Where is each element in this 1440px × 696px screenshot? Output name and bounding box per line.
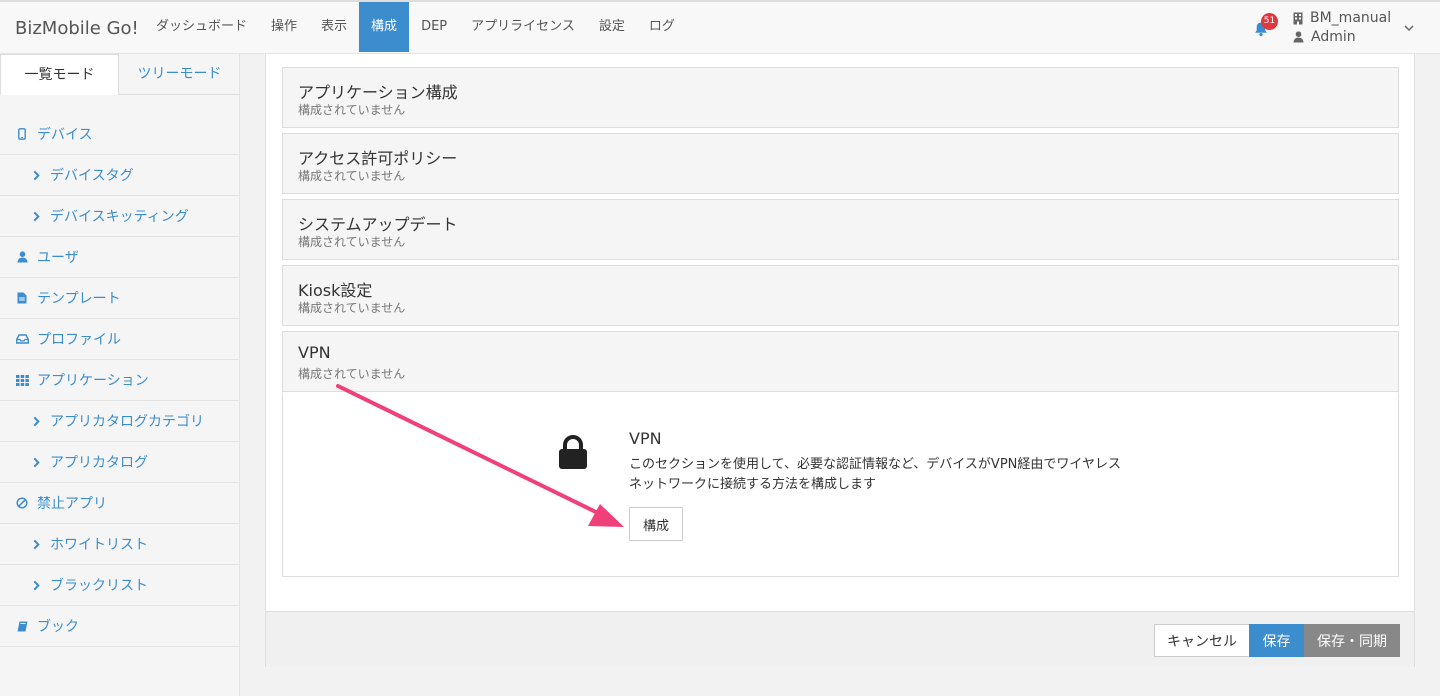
tab-tree-mode[interactable]: ツリーモード xyxy=(119,54,240,95)
sidebar-item-device-tags[interactable]: デバイスタグ xyxy=(0,155,240,196)
sidebar-item-templates[interactable]: テンプレート xyxy=(0,278,240,319)
section-title: Kiosk設定 xyxy=(298,281,373,300)
section-status: 構成されていません xyxy=(298,301,406,315)
org-name: BM_manual xyxy=(1310,10,1392,26)
chevron-down-icon[interactable] xyxy=(1404,25,1414,32)
user-account[interactable]: Admin xyxy=(1293,29,1356,45)
mode-tabs: 一覧モード ツリーモード xyxy=(0,54,240,95)
user-org[interactable]: BM_manual xyxy=(1293,10,1391,26)
sidebar-item-label: アプリケーション xyxy=(37,373,149,389)
sidebar-item-label: プロファイル xyxy=(37,332,121,348)
sidebar-item-label: テンプレート xyxy=(37,291,121,307)
chevron-right-icon xyxy=(33,416,40,426)
section-status: 構成されていません xyxy=(298,103,406,117)
section-status: 構成されていません xyxy=(298,235,406,249)
nav-configuration[interactable]: 構成 xyxy=(359,2,410,52)
sidebar-item-label: ユーザ xyxy=(37,250,79,266)
chevron-right-icon xyxy=(33,580,40,590)
sidebar-item-profiles[interactable]: プロファイル xyxy=(0,319,240,360)
section-status: 構成されていません xyxy=(298,367,406,381)
section-title: アプリケーション構成 xyxy=(298,83,458,102)
sidebar-item-label: ブラックリスト xyxy=(50,578,148,594)
brand-logo[interactable]: BizMobile Go! xyxy=(15,18,139,39)
sidebar-item-label: ホワイトリスト xyxy=(50,537,148,553)
document-icon xyxy=(17,292,27,304)
sidebar-item-label: アプリカタログカテゴリ xyxy=(50,414,204,430)
top-navbar: BizMobile Go! ダッシュボード 操作 表示 構成 DEP アプリライ… xyxy=(0,0,1440,54)
sidebar-item-applications[interactable]: アプリケーション xyxy=(0,360,240,401)
sidebar-item-whitelist[interactable]: ホワイトリスト xyxy=(0,524,240,565)
section-vpn[interactable]: VPN 構成されていません xyxy=(282,331,1399,392)
section-status: 構成されていません xyxy=(298,169,406,183)
vpn-configure-button[interactable]: 構成 xyxy=(629,507,683,541)
sidebar-item-users[interactable]: ユーザ xyxy=(0,237,240,278)
building-icon xyxy=(1293,12,1303,24)
sidebar-item-label: デバイス xyxy=(37,127,93,143)
main-nav: ダッシュボード 操作 表示 構成 DEP アプリライセンス 設定 ログ xyxy=(144,2,687,54)
vpn-description-line: ネットワークに接続する方法を構成します xyxy=(629,477,877,492)
user-icon xyxy=(17,251,27,263)
section-access-policy[interactable]: アクセス許可ポリシー 構成されていません xyxy=(282,133,1399,194)
vpn-description: このセクションを使用して、必要な認証情報など、デバイスがVPN経由でワイヤレス … xyxy=(629,455,1189,495)
sidebar: 一覧モード ツリーモード デバイス デバイスタグ デバイスキッティング ユーザ … xyxy=(0,54,240,696)
section-title: システムアップデート xyxy=(298,215,458,234)
footer-actions: キャンセル 保存 保存・同期 xyxy=(266,611,1414,667)
sidebar-item-app-catalog[interactable]: アプリカタログ xyxy=(0,442,240,483)
vpn-panel: VPN このセクションを使用して、必要な認証情報など、デバイスがVPN経由でワイ… xyxy=(282,393,1399,577)
sidebar-item-label: 禁止アプリ xyxy=(37,496,107,512)
section-title: アクセス許可ポリシー xyxy=(298,149,458,168)
nav-log[interactable]: ログ xyxy=(637,2,687,52)
section-kiosk-settings[interactable]: Kiosk設定 構成されていません xyxy=(282,265,1399,326)
sidebar-item-label: ブック xyxy=(37,619,79,635)
user-name: Admin xyxy=(1311,29,1356,45)
sidebar-item-device-kitting[interactable]: デバイスキッティング xyxy=(0,196,240,237)
section-app-configuration[interactable]: アプリケーション構成 構成されていません xyxy=(282,67,1399,128)
chevron-right-icon xyxy=(33,457,40,467)
sidebar-item-label: デバイスタグ xyxy=(50,168,134,184)
sidebar-item-books[interactable]: ブック xyxy=(0,606,240,647)
main-panel: アプリケーション構成 構成されていません アクセス許可ポリシー 構成されていませ… xyxy=(265,54,1415,667)
chevron-right-icon xyxy=(33,170,40,180)
sidebar-item-blacklist[interactable]: ブラックリスト xyxy=(0,565,240,606)
nav-dep[interactable]: DEP xyxy=(409,2,459,52)
chevron-right-icon xyxy=(33,539,40,549)
vpn-title: VPN xyxy=(629,429,662,448)
user-icon xyxy=(1293,31,1304,43)
nav-view[interactable]: 表示 xyxy=(309,2,359,52)
sidebar-item-label: デバイスキッティング xyxy=(50,209,189,225)
ban-icon xyxy=(16,497,28,509)
save-sync-button[interactable]: 保存・同期 xyxy=(1304,624,1400,657)
notification-badge: 51 xyxy=(1261,13,1278,30)
nav-settings[interactable]: 設定 xyxy=(587,2,637,52)
nav-operation[interactable]: 操作 xyxy=(259,2,309,52)
nav-dashboard[interactable]: ダッシュボード xyxy=(144,2,259,52)
chevron-right-icon xyxy=(33,211,40,221)
grid-icon xyxy=(15,374,29,386)
mobile-icon xyxy=(18,128,26,140)
cancel-button[interactable]: キャンセル xyxy=(1154,624,1250,657)
vpn-description-line: このセクションを使用して、必要な認証情報など、デバイスがVPN経由でワイヤレス xyxy=(629,457,1121,472)
lock-icon xyxy=(559,435,587,469)
sidebar-item-banned-apps[interactable]: 禁止アプリ xyxy=(0,483,240,524)
tab-list-mode[interactable]: 一覧モード xyxy=(0,54,119,95)
sidebar-list: デバイス デバイスタグ デバイスキッティング ユーザ テンプレート プロファイル… xyxy=(0,114,240,647)
sidebar-item-devices[interactable]: デバイス xyxy=(0,114,240,155)
nav-app-license[interactable]: アプリライセンス xyxy=(459,2,587,52)
sidebar-item-app-catalog-category[interactable]: アプリカタログカテゴリ xyxy=(0,401,240,442)
book-icon xyxy=(17,621,27,631)
section-title: VPN xyxy=(298,343,331,362)
save-button[interactable]: 保存 xyxy=(1249,624,1304,657)
sidebar-item-label: アプリカタログ xyxy=(50,455,148,471)
section-system-update[interactable]: システムアップデート 構成されていません xyxy=(282,199,1399,260)
inbox-icon xyxy=(15,334,29,344)
